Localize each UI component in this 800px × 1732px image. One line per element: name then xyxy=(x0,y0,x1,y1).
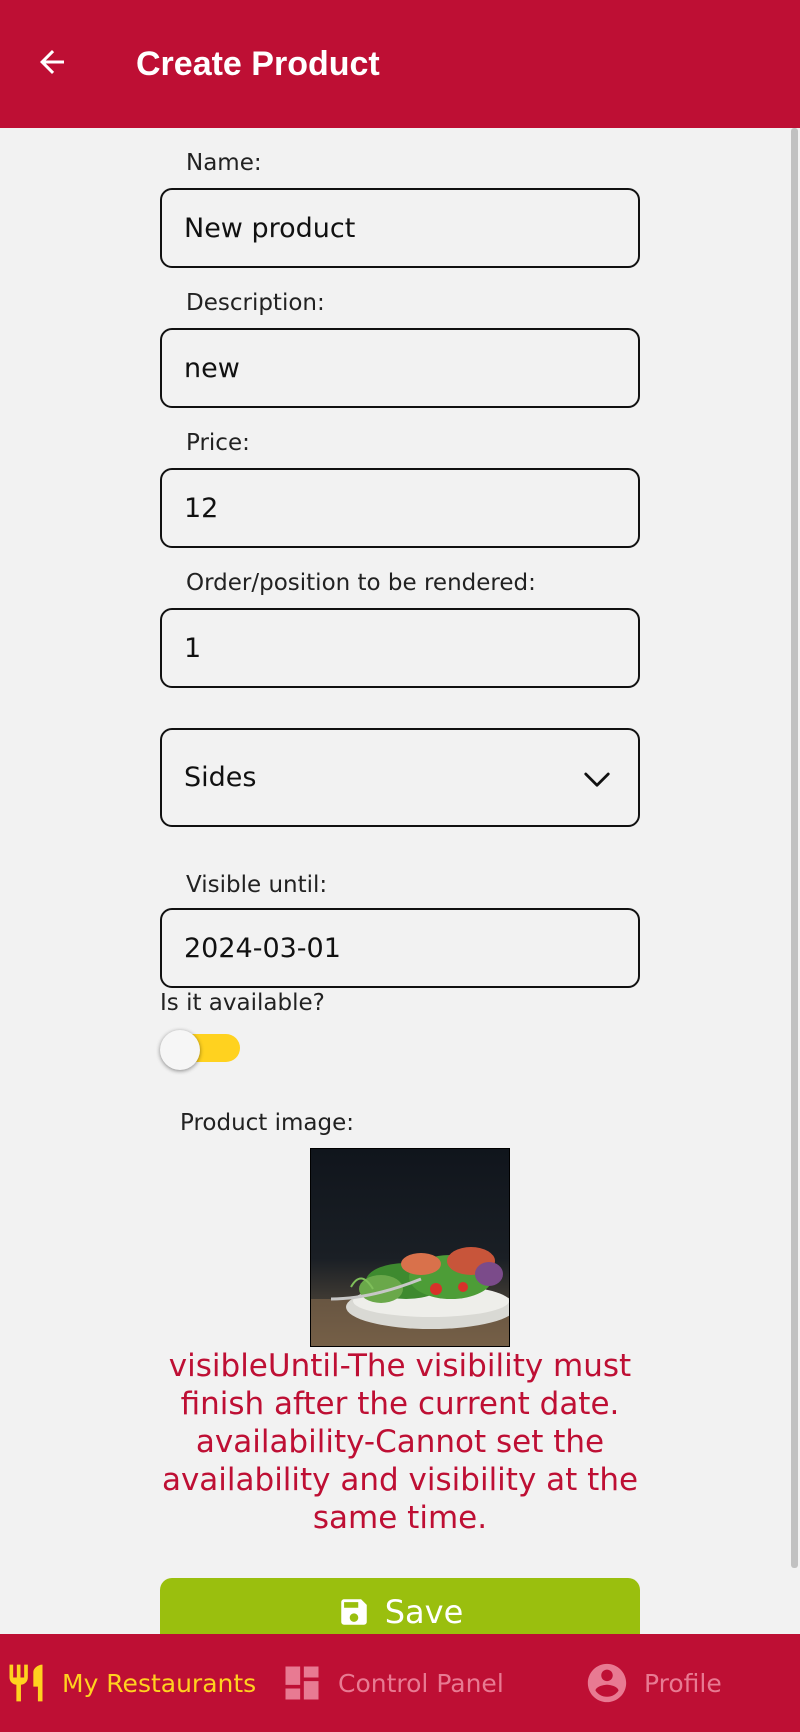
category-select[interactable]: Sides xyxy=(160,728,640,827)
order-input[interactable]: 1 xyxy=(160,608,640,688)
nav-item-profile[interactable]: Profile xyxy=(584,1634,722,1732)
price-label: Price: xyxy=(186,430,250,456)
order-label: Order/position to be rendered: xyxy=(186,570,536,596)
bottom-navigation: My Restaurants Control Panel Profile xyxy=(0,1634,800,1732)
back-button[interactable] xyxy=(30,40,74,84)
arrow-left-icon xyxy=(40,50,64,74)
dashboard-icon xyxy=(285,1666,319,1700)
fork-knife-icon xyxy=(9,1664,43,1702)
salad-plate-image xyxy=(311,1149,509,1346)
product-image-label: Product image: xyxy=(180,1110,355,1136)
nav-item-control-panel[interactable]: Control Panel xyxy=(280,1634,504,1732)
nav-item-my-restaurants[interactable]: My Restaurants xyxy=(4,1634,256,1732)
toggle-thumb xyxy=(160,1030,200,1070)
availability-label: Is it available? xyxy=(160,990,325,1016)
category-selected-value: Sides xyxy=(184,762,257,793)
app-header: Create Product xyxy=(0,0,800,128)
scrollbar-thumb[interactable] xyxy=(791,128,798,1568)
price-input[interactable]: 12 xyxy=(160,468,640,548)
validation-error-message: visibleUntil-The visibility must finish … xyxy=(161,1348,639,1536)
description-label: Description: xyxy=(186,290,325,316)
account-circle-icon xyxy=(587,1663,627,1703)
product-image[interactable] xyxy=(310,1148,510,1347)
nav-label-control-panel: Control Panel xyxy=(338,1668,504,1698)
description-input[interactable]: new xyxy=(160,328,640,408)
name-label: Name: xyxy=(186,150,262,176)
name-input[interactable]: New product xyxy=(160,188,640,268)
chevron-down-icon xyxy=(584,772,610,787)
visible-until-label: Visible until: xyxy=(186,872,328,898)
availability-toggle[interactable] xyxy=(160,1030,240,1070)
save-button-label: Save xyxy=(384,1593,464,1631)
page-title: Create Product xyxy=(136,44,380,83)
floppy-disk-icon xyxy=(340,1599,367,1625)
visible-until-input[interactable]: 2024-03-01 xyxy=(160,908,640,988)
nav-label-profile: Profile xyxy=(644,1668,722,1698)
nav-label-my-restaurants: My Restaurants xyxy=(62,1668,257,1698)
